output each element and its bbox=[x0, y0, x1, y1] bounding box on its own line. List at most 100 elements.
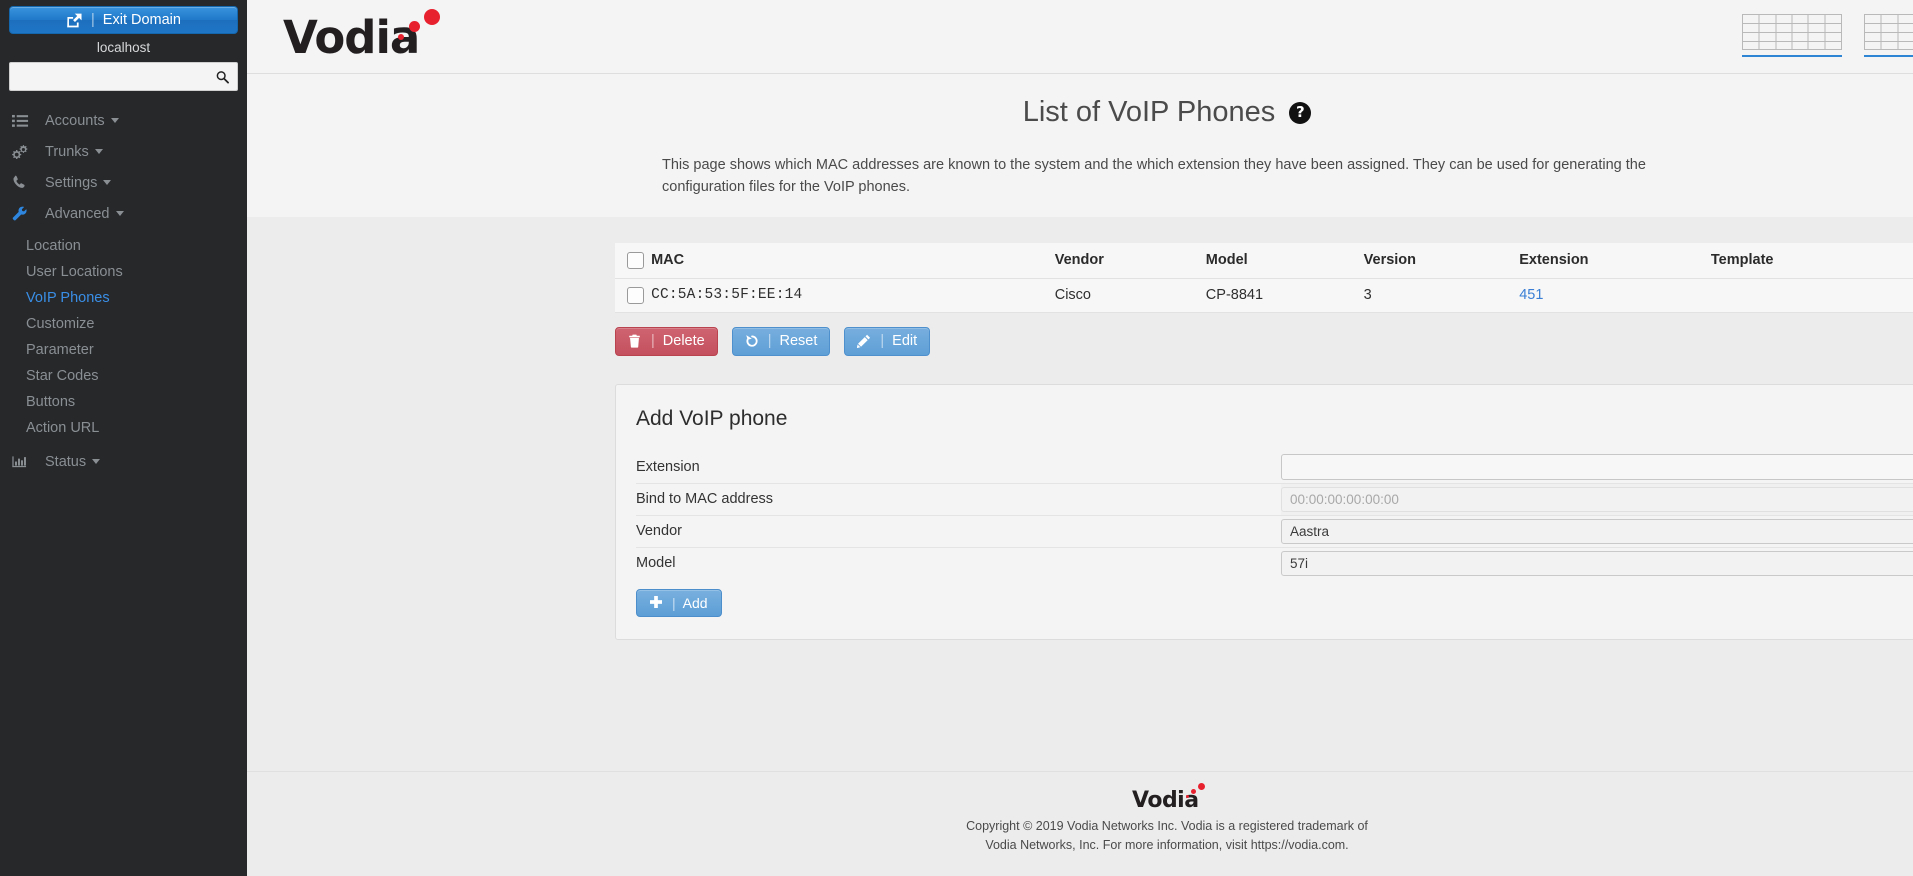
footer-logo-text: Vodia bbox=[1132, 788, 1199, 813]
table-header: MAC Vendor Model Version Extension Templ… bbox=[615, 242, 1913, 279]
trash-icon bbox=[628, 334, 643, 349]
voip-phones-table: MAC Vendor Model Version Extension Templ… bbox=[615, 242, 1913, 313]
sidebar-item-advanced[interactable]: Advanced bbox=[0, 198, 247, 229]
edit-button[interactable]: | Edit bbox=[844, 326, 931, 356]
bind-mac-input[interactable] bbox=[1281, 486, 1913, 512]
column-header-extension[interactable]: Extension bbox=[1519, 242, 1711, 279]
extension-label: Extension bbox=[636, 458, 700, 475]
exit-domain-button[interactable]: | Exit Domain bbox=[9, 6, 238, 34]
table-body: CC:5A:53:5F:EE:14 Cisco CP-8841 3 451 bbox=[615, 278, 1913, 313]
sidebar-search-container bbox=[0, 62, 247, 91]
add-button[interactable]: | Add bbox=[636, 588, 722, 617]
page-root: | Exit Domain localhost Accounts Trunks … bbox=[0, 0, 1913, 876]
sidebar-item-customize[interactable]: Customize bbox=[0, 311, 247, 337]
form-row-model: Model 57i bbox=[636, 546, 1913, 579]
delete-button[interactable]: | Delete bbox=[615, 326, 718, 356]
list-icon bbox=[12, 114, 38, 128]
select-all-checkbox[interactable] bbox=[627, 251, 644, 269]
footer-copyright: Copyright © 2019 Vodia Networks Inc. Vod… bbox=[966, 817, 1368, 855]
sidebar-item-trunks[interactable]: Trunks bbox=[0, 136, 247, 167]
sidebar-item-label: Accounts bbox=[45, 112, 105, 129]
vendor-select[interactable]: Aastra bbox=[1281, 518, 1913, 544]
model-label: Model bbox=[636, 555, 676, 571]
sidebar-item-star-codes[interactable]: Star Codes bbox=[0, 363, 247, 389]
cell-mac: CC:5A:53:5F:EE:14 bbox=[651, 278, 1055, 313]
reset-button-label: Reset bbox=[779, 333, 818, 349]
add-phone-title: Add VoIP phone bbox=[636, 406, 788, 430]
vendor-select-value: Aastra bbox=[1290, 523, 1330, 539]
chevron-down-icon bbox=[103, 180, 112, 185]
help-circle-icon[interactable]: ? bbox=[1289, 101, 1312, 124]
search-icon[interactable] bbox=[216, 70, 229, 83]
sidebar-item-accounts[interactable]: Accounts bbox=[0, 105, 247, 136]
footer-copyright-line-1: Copyright © 2019 Vodia Networks Inc. Vod… bbox=[966, 819, 1368, 833]
model-select-value: 57i bbox=[1290, 555, 1309, 571]
column-header-template[interactable]: Template bbox=[1710, 242, 1913, 279]
sidebar-item-action-url[interactable]: Action URL bbox=[0, 415, 247, 441]
wrench-icon bbox=[12, 206, 38, 221]
page-description: This page shows which MAC addresses are … bbox=[662, 157, 1646, 195]
column-header-version[interactable]: Version bbox=[1363, 242, 1520, 279]
sidebar-item-settings[interactable]: Settings bbox=[0, 167, 247, 198]
sidebar-subnav: Location User Locations VoIP Phones Cust… bbox=[0, 233, 247, 441]
sidebar-item-buttons[interactable]: Buttons bbox=[0, 389, 247, 415]
sidebar-item-label: Settings bbox=[45, 174, 98, 191]
chevron-down-icon bbox=[94, 149, 103, 154]
search-box[interactable] bbox=[9, 62, 238, 91]
form-row-extension: Extension bbox=[636, 451, 1913, 483]
add-button-label: Add bbox=[682, 594, 708, 611]
footer-logo-dot-large bbox=[1198, 783, 1205, 790]
footer-copyright-line-2: Vodia Networks, Inc. For more informatio… bbox=[985, 837, 1349, 852]
gears-icon bbox=[12, 144, 38, 159]
grid-icon-underline bbox=[1742, 55, 1842, 57]
extension-input[interactable] bbox=[1281, 453, 1913, 480]
add-voip-phone-panel: Add VoIP phone Extension Bind to MAC add… bbox=[615, 383, 1913, 640]
sidebar-item-label: Status bbox=[45, 453, 87, 470]
cell-extension: 451 bbox=[1519, 278, 1711, 313]
sidebar-item-label: Advanced bbox=[45, 205, 110, 222]
phones-table-container: MAC Vendor Model Version Extension Templ… bbox=[247, 242, 1913, 313]
exit-domain-separator: | bbox=[91, 12, 95, 28]
reset-button[interactable]: | Reset bbox=[731, 326, 831, 356]
table-row[interactable]: CC:5A:53:5F:EE:14 Cisco CP-8841 3 451 bbox=[615, 278, 1913, 313]
bar-chart-icon bbox=[12, 455, 38, 469]
exit-domain-label: Exit Domain bbox=[102, 12, 181, 28]
extension-control bbox=[1281, 451, 1913, 483]
button-separator: | bbox=[767, 333, 772, 349]
sidebar: | Exit Domain localhost Accounts Trunks … bbox=[0, 0, 247, 876]
phone-icon bbox=[12, 175, 38, 190]
extension-link[interactable]: 451 bbox=[1519, 287, 1543, 303]
sidebar-item-location[interactable]: Location bbox=[0, 233, 247, 259]
extension-input-group bbox=[1281, 453, 1913, 480]
pencil-icon bbox=[857, 334, 872, 349]
search-input[interactable] bbox=[10, 63, 237, 90]
grid-table-icon-1[interactable] bbox=[1742, 14, 1842, 60]
model-control: 57i bbox=[1281, 548, 1913, 579]
exit-domain-container: | Exit Domain bbox=[0, 0, 247, 34]
column-header-mac[interactable]: MAC bbox=[651, 242, 1055, 279]
sidebar-item-parameter[interactable]: Parameter bbox=[0, 337, 247, 363]
chevron-down-icon bbox=[110, 118, 119, 123]
table-actions: | Delete | Reset | Edit bbox=[247, 313, 1913, 356]
cell-version: 3 bbox=[1363, 278, 1520, 313]
delete-button-label: Delete bbox=[662, 333, 705, 349]
grid-icon-underline bbox=[1864, 55, 1913, 57]
grid-table-icon-2[interactable] bbox=[1864, 14, 1913, 60]
sidebar-item-user-locations[interactable]: User Locations bbox=[0, 259, 247, 285]
page-title: List of VoIP Phones bbox=[1022, 96, 1276, 128]
vodia-logo: Vodia bbox=[283, 8, 453, 65]
cell-model: CP-8841 bbox=[1205, 278, 1364, 313]
model-select[interactable]: 57i bbox=[1281, 550, 1913, 576]
row-checkbox[interactable] bbox=[627, 286, 644, 304]
page-header: List of VoIP Phones ? This page shows wh… bbox=[247, 74, 1913, 217]
sidebar-item-voip-phones[interactable]: VoIP Phones bbox=[0, 285, 247, 311]
sidebar-item-label: Trunks bbox=[45, 143, 89, 160]
column-header-model[interactable]: Model bbox=[1205, 242, 1364, 279]
column-header-vendor[interactable]: Vendor bbox=[1054, 242, 1206, 279]
sidebar-item-status[interactable]: Status bbox=[0, 446, 247, 477]
select-all-cell bbox=[615, 242, 652, 279]
footer-logo-dot-small bbox=[1186, 795, 1189, 798]
chevron-down-icon bbox=[115, 211, 124, 216]
content-area: MAC Vendor Model Version Extension Templ… bbox=[247, 242, 1913, 640]
vendor-label: Vendor bbox=[636, 523, 682, 539]
